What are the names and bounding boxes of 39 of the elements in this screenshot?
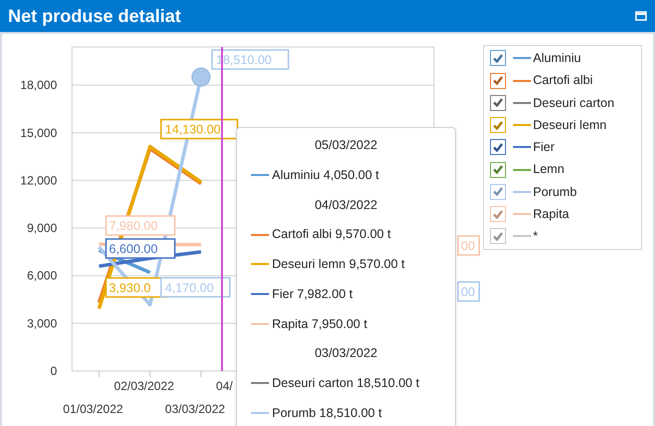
data-label: 4,170.00 (160, 277, 231, 298)
tooltip-value: Fier 7,982.00 t (272, 286, 353, 303)
legend-label: Porumb (533, 184, 577, 200)
tooltip-value: Cartofi albi 9,570.00 t (272, 226, 391, 244)
legend-label: Deseuri lemn (533, 116, 607, 134)
tooltip-date: 05/03/2022 (314, 137, 378, 154)
y-axis-label: 9,000 (26, 221, 57, 236)
legend-label: Aluminiu (533, 50, 581, 67)
y-axis-label: 6,000 (26, 268, 57, 283)
annotation: 4,170.00 (165, 280, 214, 295)
tooltip-date: 04/03/2022 (314, 196, 378, 214)
x-axis-label: 03/03/2022 (165, 402, 226, 416)
legend-label: Rapita (533, 206, 570, 223)
tooltip-value: Aluminiu 4,050.00 t (272, 166, 380, 184)
tooltip-value: Rapita 7,950.00 t (272, 316, 368, 333)
data-label: 14,130.00 (160, 118, 238, 140)
legend-label: Fier (533, 139, 555, 156)
tooltip-value: Porumb 18,510.00 t (272, 404, 382, 422)
x-axis-label: 04/ (216, 379, 233, 393)
y-axis-label: 12,000 (20, 173, 57, 188)
window-title: Net produse detaliat (8, 4, 182, 28)
tooltip-value: Deseuri carton 18,510.00 t (272, 375, 420, 392)
legend-label: * (533, 228, 538, 245)
tooltip-date: 03/03/2022 (314, 345, 378, 362)
x-axis-label: 02/03/2022 (114, 379, 174, 393)
legend-label: Lemn (533, 161, 564, 178)
y-axis-label: 3,000 (26, 316, 57, 330)
legend-label: Deseuri carton (533, 94, 614, 112)
data-label: 6,600.00 (105, 238, 176, 259)
legend-label: Cartofi albi (533, 72, 593, 90)
data-label: 00 (457, 235, 480, 256)
annotation: 14,130.00 (165, 122, 221, 137)
data-label: 00 (457, 281, 480, 302)
y-axis-label: 15,000 (20, 126, 57, 140)
data-label: 7,980.00 (105, 215, 176, 236)
y-axis-label: 0 (50, 364, 57, 378)
x-axis-label: 01/03/2022 (63, 402, 124, 416)
tooltip-value: Deseuri lemn 9,570.00 t (272, 256, 405, 273)
y-axis-label: 18,000 (20, 78, 57, 92)
